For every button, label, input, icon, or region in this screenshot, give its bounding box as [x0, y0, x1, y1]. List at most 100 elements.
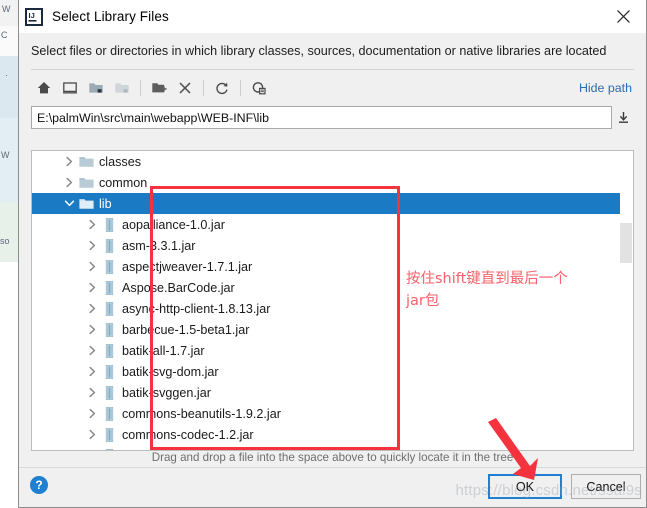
file-tree[interactable]: classes common lib aopalliance-1.0.jar asm-3…: [32, 151, 633, 450]
dialog-titlebar: IJ Select Library Files: [19, 0, 646, 33]
tree-row-label: batik-svggen.jar: [122, 385, 211, 400]
jar-icon: [100, 217, 119, 232]
home-icon[interactable]: [31, 75, 57, 101]
toolbar-separator: [203, 80, 204, 96]
background-glyph: C: [1, 30, 8, 40]
jar-icon: [100, 238, 119, 253]
subtitle-divider: [31, 69, 634, 70]
tree-row[interactable]: commons-codec-1.6.jar: [32, 445, 633, 450]
background-glyph: ·: [5, 70, 8, 80]
background-glyph: so: [0, 236, 10, 246]
tree-row[interactable]: barbecue-1.5-beta1.jar: [32, 319, 633, 340]
tree-row[interactable]: aspectjweaver-1.7.1.jar: [32, 256, 633, 277]
dialog-footer: ? OK Cancel https://blog.csdn.net/ssal9s: [19, 467, 646, 507]
tree-row[interactable]: lib: [32, 193, 633, 214]
jar-icon: [100, 259, 119, 274]
jar-icon: [100, 427, 119, 442]
tree-row[interactable]: commons-beanutils-1.9.2.jar: [32, 403, 633, 424]
chevron-right-icon[interactable]: [85, 261, 100, 272]
tree-row-label: aspectjweaver-1.7.1.jar: [122, 259, 253, 274]
chevron-right-icon[interactable]: [85, 303, 100, 314]
dialog-subtitle: Select files or directories in which lib…: [31, 44, 607, 58]
new-folder-icon[interactable]: [146, 75, 172, 101]
chevron-down-icon[interactable]: [62, 199, 77, 208]
tree-row[interactable]: batik-svg-dom.jar: [32, 361, 633, 382]
folder-icon: [77, 155, 96, 168]
delete-icon[interactable]: [172, 75, 198, 101]
tree-row-label: batik-svg-dom.jar: [122, 364, 219, 379]
folder-icon: [77, 176, 96, 189]
tree-row-label: asm-3.3.1.jar: [122, 238, 196, 253]
tree-row[interactable]: common: [32, 172, 633, 193]
close-icon[interactable]: [600, 0, 646, 33]
tree-row-label: classes: [99, 154, 141, 169]
path-row: [31, 106, 634, 129]
refresh-icon[interactable]: [209, 75, 235, 101]
tree-row[interactable]: aopalliance-1.0.jar: [32, 214, 633, 235]
chevron-right-icon[interactable]: [85, 282, 100, 293]
background-strip: [0, 56, 18, 118]
jar-icon: [100, 406, 119, 421]
chevron-right-icon[interactable]: [62, 156, 77, 167]
hide-path-link[interactable]: Hide path: [579, 81, 634, 95]
svg-text:IJ: IJ: [29, 11, 35, 20]
jar-icon: [100, 448, 119, 450]
background-strip: [0, 202, 18, 262]
tree-row-label: lib: [99, 196, 112, 211]
tree-row[interactable]: batik-all-1.7.jar: [32, 340, 633, 361]
folder-icon: [77, 197, 96, 210]
project-folder-icon[interactable]: [83, 75, 109, 101]
chevron-right-icon[interactable]: [85, 240, 100, 251]
background-glyph: W: [2, 4, 11, 14]
tree-scrollbar-thumb[interactable]: [620, 223, 632, 263]
file-chooser-toolbar: Hide path: [31, 72, 634, 104]
cancel-button[interactable]: Cancel: [571, 474, 641, 499]
dialog-body: Select files or directories in which lib…: [19, 33, 646, 507]
module-folder-icon[interactable]: [109, 75, 135, 101]
help-button[interactable]: ?: [30, 476, 48, 494]
tree-row[interactable]: batik-svggen.jar: [32, 382, 633, 403]
chevron-right-icon[interactable]: [85, 429, 100, 440]
chevron-right-icon[interactable]: [62, 177, 77, 188]
jar-icon: [100, 343, 119, 358]
tree-row-label: common: [99, 175, 148, 190]
jar-icon: [100, 364, 119, 379]
drag-drop-hint: Drag and drop a file into the space abov…: [151, 451, 514, 464]
tree-row[interactable]: classes: [32, 151, 633, 172]
show-hidden-icon[interactable]: [246, 75, 272, 101]
chevron-right-icon[interactable]: [85, 219, 100, 230]
jar-icon: [100, 301, 119, 316]
chevron-right-icon[interactable]: [85, 408, 100, 419]
tree-row-label: async-http-client-1.8.13.jar: [122, 301, 271, 316]
background-strip: [0, 118, 18, 202]
path-input[interactable]: [31, 106, 612, 129]
tree-row[interactable]: asm-3.3.1.jar: [32, 235, 633, 256]
jar-icon: [100, 385, 119, 400]
chevron-right-icon[interactable]: [85, 387, 100, 398]
jar-icon: [100, 322, 119, 337]
jar-icon: [100, 280, 119, 295]
tree-row-label: aopalliance-1.0.jar: [122, 217, 225, 232]
tree-row[interactable]: async-http-client-1.8.13.jar: [32, 298, 633, 319]
file-tree-panel: classes common lib aopalliance-1.0.jar asm-3…: [31, 150, 634, 451]
toolbar-separator: [140, 80, 141, 96]
tree-row[interactable]: Aspose.BarCode.jar: [32, 277, 633, 298]
tree-row-label: Aspose.BarCode.jar: [122, 280, 235, 295]
tree-row-label: commons-beanutils-1.9.2.jar: [122, 406, 281, 421]
background-strip: [0, 262, 18, 508]
desktop-icon[interactable]: [57, 75, 83, 101]
dialog-title: Select Library Files: [52, 9, 169, 24]
ok-button[interactable]: OK: [488, 474, 562, 499]
chevron-right-icon[interactable]: [85, 345, 100, 356]
chevron-right-icon[interactable]: [85, 366, 100, 377]
tree-scrollbar[interactable]: [620, 151, 633, 450]
background-glyph: W: [1, 150, 10, 160]
tree-row[interactable]: commons-codec-1.2.jar: [32, 424, 633, 445]
chevron-right-icon[interactable]: [85, 324, 100, 335]
collapse-icon[interactable]: [612, 106, 634, 129]
toolbar-separator: [240, 80, 241, 96]
select-library-files-dialog: IJ Select Library Files Select files or …: [18, 0, 647, 508]
tree-row-label: batik-all-1.7.jar: [122, 343, 205, 358]
tree-row-label: commons-codec-1.2.jar: [122, 427, 254, 442]
tree-row-label: barbecue-1.5-beta1.jar: [122, 322, 250, 337]
